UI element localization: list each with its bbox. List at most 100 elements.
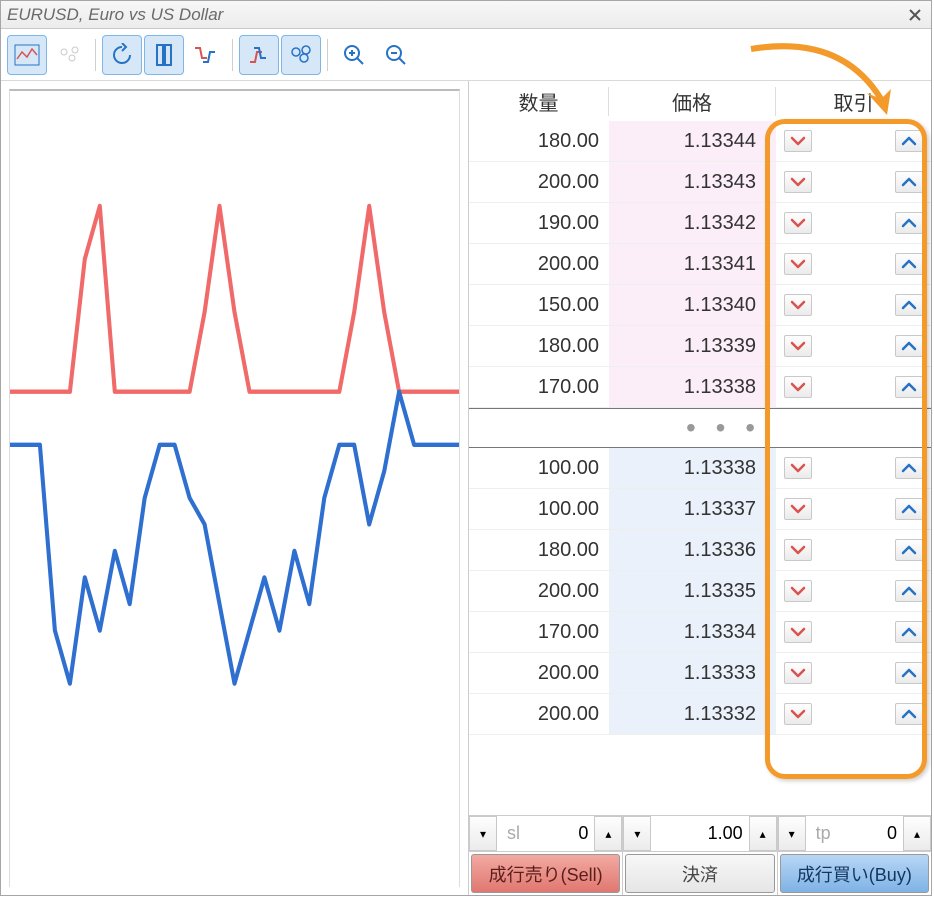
depth-mode-button[interactable] bbox=[49, 35, 89, 75]
column-view-button[interactable] bbox=[144, 35, 184, 75]
trade-cell bbox=[776, 367, 931, 407]
lot-increase-button[interactable]: ▴ bbox=[749, 816, 777, 851]
sell-at-price-button[interactable] bbox=[784, 130, 812, 152]
price-cell: 1.13336 bbox=[609, 530, 776, 570]
price-cell: 1.13340 bbox=[609, 285, 776, 325]
dom-row: 170.001.13338 bbox=[469, 367, 931, 408]
volume-cell: 200.00 bbox=[469, 571, 609, 611]
price-cell: 1.13334 bbox=[609, 612, 776, 652]
order-footer: ▾ sl0 ▴ 成行売り(Sell) ▾ 1.00 ▴ 決済 bbox=[469, 815, 931, 895]
volume-cell: 200.00 bbox=[469, 244, 609, 284]
dom-row: 180.001.13344 bbox=[469, 121, 931, 162]
sl-increase-button[interactable]: ▴ bbox=[594, 816, 622, 851]
buy-at-price-button[interactable] bbox=[895, 580, 923, 602]
buy-at-price-button[interactable] bbox=[895, 294, 923, 316]
tp-decrease-button[interactable]: ▾ bbox=[778, 816, 806, 851]
buy-at-price-button[interactable] bbox=[895, 498, 923, 520]
volume-cell: 200.00 bbox=[469, 653, 609, 693]
tp-increase-button[interactable]: ▴ bbox=[903, 816, 931, 851]
volume-cell: 180.00 bbox=[469, 326, 609, 366]
buy-at-price-button[interactable] bbox=[895, 621, 923, 643]
volume-cell: 100.00 bbox=[469, 448, 609, 488]
trade-cell bbox=[776, 653, 931, 693]
buy-at-price-button[interactable] bbox=[895, 376, 923, 398]
dom-row: 180.001.13336 bbox=[469, 530, 931, 571]
buy-at-price-button[interactable] bbox=[895, 539, 923, 561]
volume-cell: 100.00 bbox=[469, 489, 609, 529]
trade-cell bbox=[776, 203, 931, 243]
main-pane: 数量 価格 取引 180.001.13344200.001.13343190.0… bbox=[1, 81, 931, 895]
chart-svg bbox=[10, 91, 459, 887]
buy-at-price-button[interactable] bbox=[895, 457, 923, 479]
lot-decrease-button[interactable]: ▾ bbox=[623, 816, 651, 851]
market-sell-button[interactable]: 成行売り(Sell) bbox=[471, 854, 620, 893]
buy-at-price-button[interactable] bbox=[895, 212, 923, 234]
dom-row: 180.001.13339 bbox=[469, 326, 931, 367]
sl-decrease-button[interactable]: ▾ bbox=[469, 816, 497, 851]
buy-at-price-button[interactable] bbox=[895, 253, 923, 275]
trade-cell bbox=[776, 448, 931, 488]
titlebar: EURUSD, Euro vs US Dollar bbox=[1, 1, 931, 29]
cluster-button[interactable] bbox=[281, 35, 321, 75]
trade-cell bbox=[776, 162, 931, 202]
sell-at-price-button[interactable] bbox=[784, 457, 812, 479]
tick2-button[interactable] bbox=[239, 35, 279, 75]
sell-at-price-button[interactable] bbox=[784, 621, 812, 643]
sell-at-price-button[interactable] bbox=[784, 539, 812, 561]
volume-cell: 200.00 bbox=[469, 162, 609, 202]
volume-cell: 180.00 bbox=[469, 121, 609, 161]
price-cell: 1.13338 bbox=[609, 448, 776, 488]
market-buy-button[interactable]: 成行買い(Buy) bbox=[780, 854, 929, 893]
toolbar bbox=[1, 29, 931, 81]
trading-window: EURUSD, Euro vs US Dollar bbox=[0, 0, 932, 896]
sell-at-price-button[interactable] bbox=[784, 580, 812, 602]
header-price: 価格 bbox=[609, 87, 776, 116]
sell-at-price-button[interactable] bbox=[784, 171, 812, 193]
sl-spinner[interactable]: ▾ sl0 ▴ bbox=[469, 816, 622, 852]
header-volume: 数量 bbox=[469, 87, 609, 116]
lot-spinner[interactable]: ▾ 1.00 ▴ bbox=[623, 816, 776, 852]
dom-rows: 180.001.13344200.001.13343190.001.133422… bbox=[469, 121, 931, 815]
chart-mode-button[interactable] bbox=[7, 35, 47, 75]
price-cell: 1.13342 bbox=[609, 203, 776, 243]
volume-cell: 150.00 bbox=[469, 285, 609, 325]
sell-at-price-button[interactable] bbox=[784, 376, 812, 398]
buy-at-price-button[interactable] bbox=[895, 171, 923, 193]
close-icon[interactable] bbox=[905, 5, 925, 25]
sell-at-price-button[interactable] bbox=[784, 498, 812, 520]
zoom-out-button[interactable] bbox=[376, 35, 416, 75]
price-cell: 1.13338 bbox=[609, 367, 776, 407]
close-position-button[interactable]: 決済 bbox=[625, 854, 774, 893]
trade-cell bbox=[776, 694, 931, 734]
tp-spinner[interactable]: ▾ tp0 ▴ bbox=[778, 816, 931, 852]
price-cell: 1.13337 bbox=[609, 489, 776, 529]
trade-cell bbox=[776, 489, 931, 529]
sell-at-price-button[interactable] bbox=[784, 662, 812, 684]
sell-at-price-button[interactable] bbox=[784, 212, 812, 234]
volume-cell: 190.00 bbox=[469, 203, 609, 243]
refresh-button[interactable] bbox=[102, 35, 142, 75]
sell-at-price-button[interactable] bbox=[784, 253, 812, 275]
buy-at-price-button[interactable] bbox=[895, 662, 923, 684]
dom-row: 200.001.13335 bbox=[469, 571, 931, 612]
tick1-button[interactable] bbox=[186, 35, 226, 75]
volume-cell: 170.00 bbox=[469, 367, 609, 407]
volume-cell: 180.00 bbox=[469, 530, 609, 570]
buy-at-price-button[interactable] bbox=[895, 130, 923, 152]
sell-at-price-button[interactable] bbox=[784, 294, 812, 316]
dom-row: 100.001.13337 bbox=[469, 489, 931, 530]
price-cell: 1.13343 bbox=[609, 162, 776, 202]
price-cell: 1.13335 bbox=[609, 571, 776, 611]
trade-cell bbox=[776, 121, 931, 161]
trade-cell bbox=[776, 530, 931, 570]
buy-at-price-button[interactable] bbox=[895, 335, 923, 357]
buy-at-price-button[interactable] bbox=[895, 703, 923, 725]
dom-row: 170.001.13334 bbox=[469, 612, 931, 653]
sell-at-price-button[interactable] bbox=[784, 335, 812, 357]
dom-row: 200.001.13343 bbox=[469, 162, 931, 203]
sell-at-price-button[interactable] bbox=[784, 703, 812, 725]
dom-panel: 数量 価格 取引 180.001.13344200.001.13343190.0… bbox=[469, 81, 931, 895]
dom-row: 150.001.13340 bbox=[469, 285, 931, 326]
zoom-in-button[interactable] bbox=[334, 35, 374, 75]
volume-cell: 200.00 bbox=[469, 694, 609, 734]
